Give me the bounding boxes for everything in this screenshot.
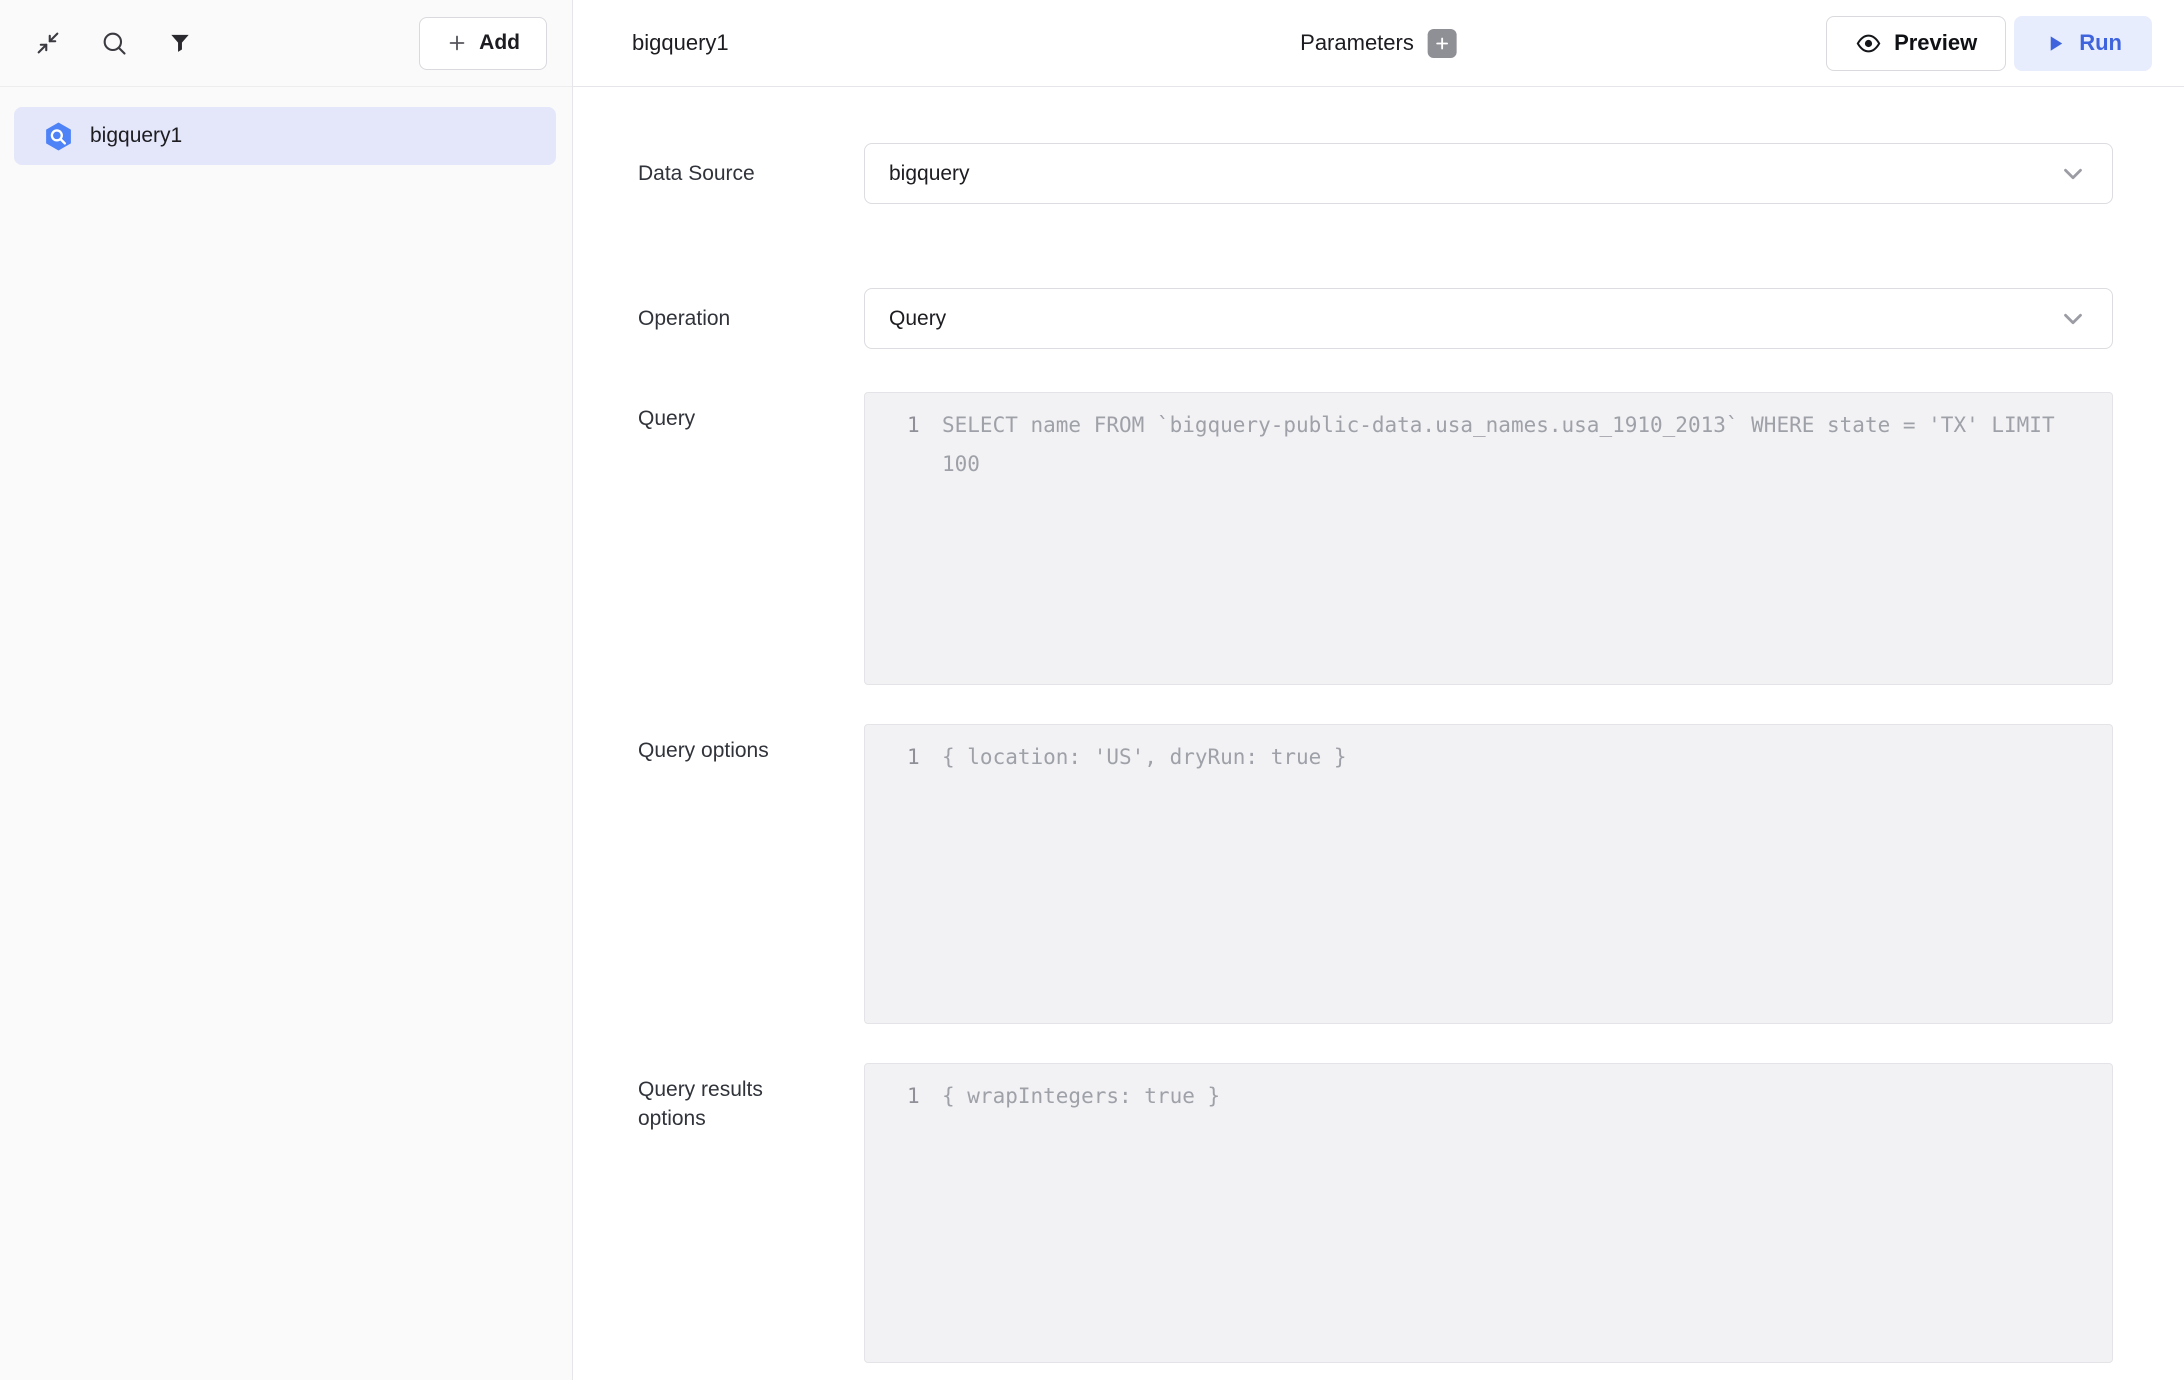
query-results-options-label: Query results options [638, 1063, 864, 1363]
query-label: Query [638, 392, 864, 685]
query-placeholder: SELECT name FROM `bigquery-public-data.u… [942, 406, 2068, 484]
collapse-icon [34, 29, 62, 57]
bigquery-icon [42, 120, 75, 153]
query-results-options-placeholder: { wrapIntegers: true } [942, 1077, 2068, 1116]
query-options-editor[interactable]: 1 { location: 'US', dryRun: true } [864, 724, 2113, 1024]
query-code-editor[interactable]: 1 SELECT name FROM `bigquery-public-data… [864, 392, 2113, 685]
eye-icon [1855, 30, 1882, 57]
add-button-label: Add [479, 31, 520, 55]
line-number: 1 [865, 738, 942, 777]
query-row: Query 1 SELECT name FROM `bigquery-publi… [638, 392, 2113, 685]
operation-row: Operation Query [638, 288, 2113, 349]
plus-icon [446, 32, 468, 54]
filter-button[interactable] [164, 27, 196, 59]
chevron-down-icon [2058, 159, 2088, 189]
header-actions: Preview Run [1826, 16, 2152, 71]
line-number: 1 [865, 1077, 942, 1116]
plus-icon [1434, 35, 1451, 52]
collapse-panel-button[interactable] [32, 27, 64, 59]
query-results-options-editor[interactable]: 1 { wrapIntegers: true } [864, 1063, 2113, 1363]
query-options-label: Query options [638, 724, 864, 1024]
play-icon [2044, 32, 2067, 55]
search-button[interactable] [98, 27, 130, 59]
query-item-label: bigquery1 [90, 124, 182, 148]
data-source-row: Data Source bigquery [638, 143, 2113, 204]
query-options-row: Query options 1 { location: 'US', dryRun… [638, 724, 2113, 1024]
run-button-label: Run [2079, 30, 2122, 56]
parameters-section: Parameters [1300, 29, 1457, 58]
data-source-select[interactable]: bigquery [864, 143, 2113, 204]
filter-icon [167, 30, 193, 56]
data-source-label: Data Source [638, 159, 864, 188]
operation-label: Operation [638, 304, 864, 333]
operation-select[interactable]: Query [864, 288, 2113, 349]
query-form: Data Source bigquery Operation Query [573, 87, 2184, 1363]
parameters-label: Parameters [1300, 30, 1414, 56]
query-results-options-row: Query results options 1 { wrapIntegers: … [638, 1063, 2113, 1363]
preview-button-label: Preview [1894, 30, 1977, 56]
add-parameter-button[interactable] [1428, 29, 1457, 58]
app-root: Add bigquery1 bigquery1 Parameters [0, 0, 2184, 1380]
query-editor-header: bigquery1 Parameters Preview [573, 0, 2184, 87]
query-list: bigquery1 [0, 87, 572, 165]
query-list-item-bigquery1[interactable]: bigquery1 [14, 107, 556, 165]
add-query-button[interactable]: Add [419, 17, 547, 70]
query-options-placeholder: { location: 'US', dryRun: true } [942, 738, 2068, 777]
search-icon [100, 29, 128, 57]
operation-value: Query [889, 307, 946, 331]
chevron-down-icon [2058, 304, 2088, 334]
preview-button[interactable]: Preview [1826, 16, 2006, 71]
data-source-value: bigquery [889, 162, 970, 186]
query-title: bigquery1 [632, 30, 729, 56]
query-sidebar: Add bigquery1 [0, 0, 573, 1380]
query-editor-panel: bigquery1 Parameters Preview [573, 0, 2184, 1380]
run-button[interactable]: Run [2014, 16, 2152, 71]
sidebar-toolbar: Add [0, 0, 572, 87]
line-number: 1 [865, 406, 942, 445]
